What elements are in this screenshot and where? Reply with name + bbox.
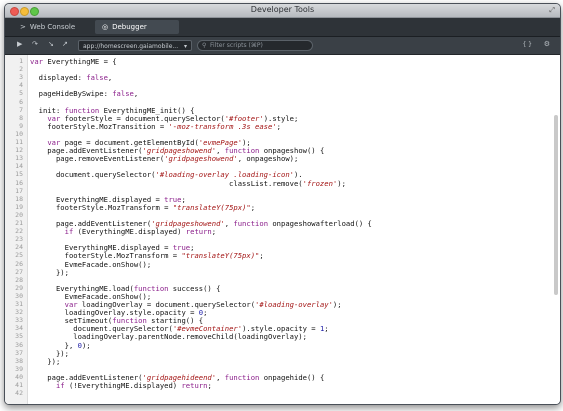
devtools-window: Developer Tools ⤢ > Web Console ◎ Debugger… bbox=[4, 3, 561, 405]
line-number[interactable]: 42 bbox=[5, 388, 23, 399]
filter-scripts-input[interactable] bbox=[210, 41, 310, 50]
step-in-icon[interactable]: ↘ bbox=[48, 40, 54, 48]
gear-icon[interactable]: ⚙ bbox=[544, 40, 550, 48]
script-select[interactable]: app://homescreen.gaiamobile... ▾ bbox=[78, 40, 192, 51]
tab-bar: > Web Console ◎ Debugger bbox=[5, 18, 560, 37]
title-bar: Developer Tools ⤢ bbox=[5, 4, 560, 18]
script-select-value: app://homescreen.gaiamobile... bbox=[83, 43, 179, 50]
resume-icon[interactable]: ▶ bbox=[17, 40, 22, 48]
step-out-icon[interactable]: ↗ bbox=[62, 40, 68, 48]
chevron-down-icon: ▾ bbox=[183, 43, 187, 50]
editor-scrollbar[interactable] bbox=[554, 115, 558, 295]
tab-debugger[interactable]: ◎ Debugger bbox=[95, 20, 179, 34]
filter-scripts[interactable]: ⚲ bbox=[197, 40, 313, 51]
source-editor[interactable]: 1 var EverythingME = {2 3 displayed: false… bbox=[5, 55, 560, 404]
console-icon: > bbox=[20, 23, 26, 31]
code-line: 42 bbox=[5, 388, 560, 399]
tab-web-console-label: Web Console bbox=[29, 23, 76, 31]
pretty-print-button[interactable]: { } bbox=[522, 41, 532, 48]
debugger-toolbar: ▶ ↷ ↘ ↗ app://homescreen.gaiamobile... ▾… bbox=[5, 37, 560, 55]
tab-web-console[interactable]: > Web Console bbox=[13, 20, 82, 34]
window-title: Developer Tools bbox=[250, 5, 315, 14]
search-icon: ⚲ bbox=[202, 42, 207, 49]
debugger-icon: ◎ bbox=[102, 23, 109, 31]
step-over-icon[interactable]: ↷ bbox=[32, 40, 38, 48]
tab-debugger-label: Debugger bbox=[112, 23, 147, 31]
fullscreen-icon[interactable]: ⤢ bbox=[549, 6, 555, 15]
